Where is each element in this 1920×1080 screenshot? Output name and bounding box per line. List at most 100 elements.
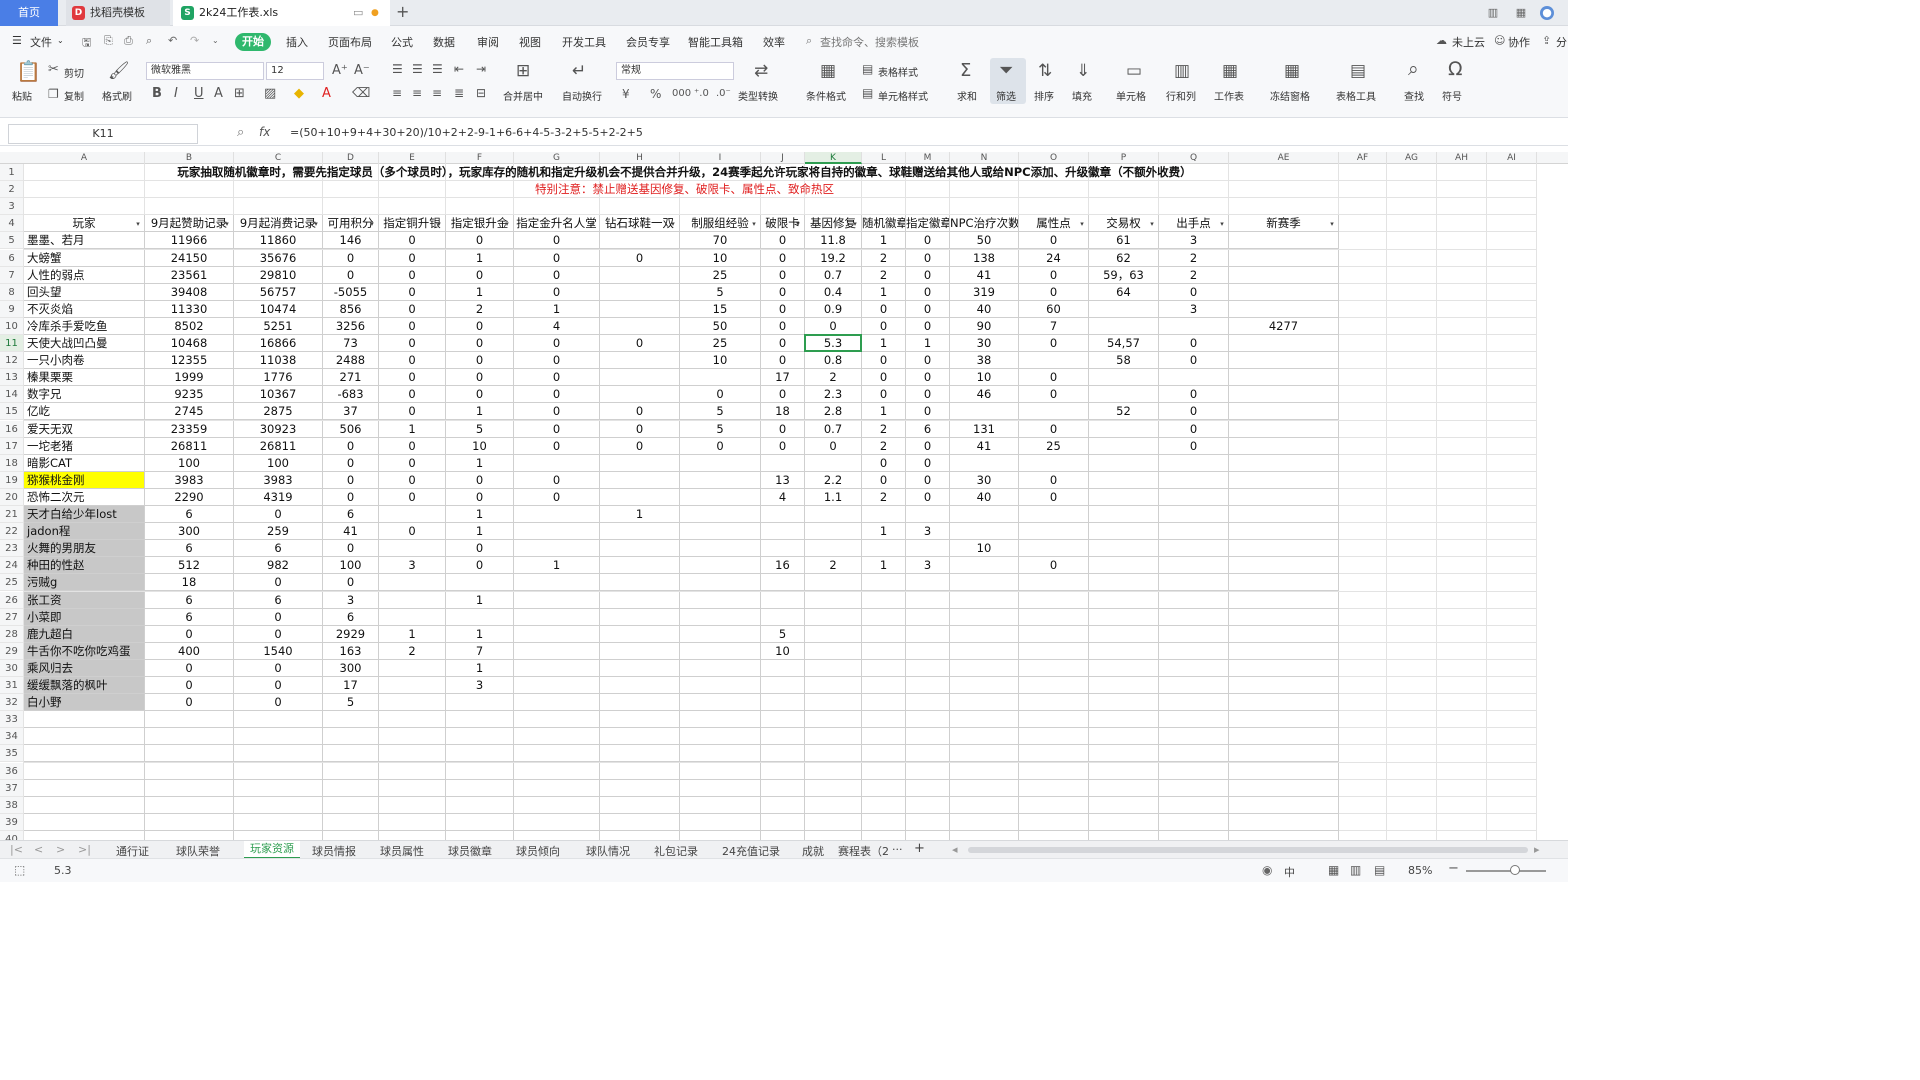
- table-cell[interactable]: [323, 813, 379, 831]
- table-cell[interactable]: [761, 813, 805, 831]
- table-cell[interactable]: [600, 728, 680, 746]
- table-cell[interactable]: 0: [862, 317, 906, 335]
- table-cell[interactable]: 0: [446, 369, 514, 387]
- new-tab-button[interactable]: +: [396, 2, 409, 21]
- table-cell[interactable]: 11860: [234, 232, 323, 250]
- row-header-8[interactable]: 8: [0, 283, 24, 301]
- page-layout-view-icon[interactable]: ▥: [1350, 863, 1361, 877]
- table-cell[interactable]: [1229, 266, 1339, 284]
- table-cell[interactable]: 9235: [145, 386, 234, 404]
- rowcol-button[interactable]: 行和列: [1166, 88, 1196, 103]
- table-cell[interactable]: 0: [379, 488, 446, 506]
- row-header-31[interactable]: 31: [0, 677, 24, 695]
- table-cell[interactable]: 58: [1089, 352, 1159, 370]
- table-cell[interactable]: 0: [600, 335, 680, 353]
- table-cell[interactable]: [1089, 642, 1159, 660]
- wrap-text-button[interactable]: 自动换行: [562, 88, 602, 103]
- table-cell[interactable]: 0: [379, 352, 446, 370]
- table-cell[interactable]: 1: [446, 659, 514, 677]
- column-header-AE[interactable]: AE: [1229, 152, 1339, 164]
- merge-center-button[interactable]: 合并居中: [503, 88, 543, 103]
- table-cell[interactable]: 16866: [234, 335, 323, 353]
- table-cell[interactable]: [379, 694, 446, 712]
- table-cell[interactable]: 73: [323, 335, 379, 353]
- table-cell[interactable]: 1: [446, 403, 514, 421]
- table-cell[interactable]: 146: [323, 232, 379, 250]
- cell-button[interactable]: 单元格: [1116, 88, 1146, 103]
- table-cell[interactable]: 2: [862, 437, 906, 455]
- table-cell[interactable]: [1159, 591, 1229, 609]
- row-header-6[interactable]: 6: [0, 249, 24, 267]
- table-cell[interactable]: 0: [145, 625, 234, 643]
- sheet-tab[interactable]: 球员徽章: [448, 843, 492, 859]
- table-cell[interactable]: [680, 779, 761, 797]
- column-header-K[interactable]: K: [805, 152, 862, 164]
- table-cell[interactable]: 2.3: [805, 386, 862, 404]
- table-cell[interactable]: 3: [906, 523, 950, 541]
- table-cell[interactable]: [761, 762, 805, 780]
- table-cell[interactable]: [1229, 625, 1339, 643]
- table-cell[interactable]: [446, 779, 514, 797]
- column-title[interactable]: 钻石球鞋一双 ▾: [600, 215, 680, 233]
- table-cell[interactable]: 3983: [234, 471, 323, 489]
- table-cell[interactable]: [1159, 762, 1229, 780]
- table-cell[interactable]: [805, 728, 862, 746]
- filter-button[interactable]: 筛选: [996, 88, 1016, 103]
- tab-workbook[interactable]: S 2k24工作表.xls ▭ ●: [173, 0, 390, 26]
- table-cell[interactable]: [805, 813, 862, 831]
- table-cell[interactable]: 7: [446, 642, 514, 660]
- row-header-33[interactable]: 33: [0, 711, 24, 729]
- table-cell[interactable]: 0: [145, 659, 234, 677]
- table-cell[interactable]: [446, 608, 514, 626]
- table-cell[interactable]: [950, 574, 1019, 592]
- table-cell[interactable]: [1089, 728, 1159, 746]
- table-cell[interactable]: [1089, 369, 1159, 387]
- table-cell[interactable]: 1: [446, 283, 514, 301]
- table-cell[interactable]: 5.3: [805, 335, 862, 353]
- table-cell[interactable]: 0: [323, 249, 379, 267]
- table-cell[interactable]: [1019, 540, 1089, 558]
- table-cell[interactable]: [680, 745, 761, 763]
- table-cell[interactable]: [514, 608, 600, 626]
- horizontal-scrollbar[interactable]: [968, 847, 1528, 853]
- table-cell[interactable]: 0: [862, 352, 906, 370]
- avatar[interactable]: ●: [1540, 6, 1554, 20]
- table-cell[interactable]: 0: [514, 232, 600, 250]
- export-icon[interactable]: ⎘: [104, 34, 113, 48]
- table-cell[interactable]: [680, 369, 761, 387]
- table-cell[interactable]: [805, 830, 862, 840]
- page-break-view-icon[interactable]: ▤: [1374, 863, 1385, 877]
- table-cell[interactable]: [805, 540, 862, 558]
- table-cell[interactable]: 0.7: [805, 266, 862, 284]
- table-cell[interactable]: 0: [514, 420, 600, 438]
- border-icon[interactable]: ⊞: [234, 85, 245, 103]
- table-cell[interactable]: 0: [446, 317, 514, 335]
- player-name-cell[interactable]: 冷库杀手爱吃鱼: [24, 317, 145, 335]
- table-cell[interactable]: [950, 745, 1019, 763]
- number-format-select[interactable]: 常规: [616, 62, 734, 80]
- table-cell[interactable]: [1019, 745, 1089, 763]
- table-cell[interactable]: [761, 796, 805, 814]
- table-cell[interactable]: 3: [1159, 232, 1229, 250]
- row-header-1[interactable]: 1: [0, 164, 24, 182]
- player-name-cell[interactable]: 乘风归去: [24, 659, 145, 677]
- table-cell[interactable]: 1: [514, 557, 600, 575]
- table-cell[interactable]: [680, 796, 761, 814]
- table-cell[interactable]: 37: [323, 403, 379, 421]
- table-cell[interactable]: 0: [906, 454, 950, 472]
- zoom-slider[interactable]: [1466, 870, 1546, 872]
- table-cell[interactable]: [1089, 625, 1159, 643]
- table-cell[interactable]: [234, 762, 323, 780]
- column-header-P[interactable]: P: [1089, 152, 1159, 164]
- font-name-select[interactable]: 微软雅黑: [146, 62, 264, 80]
- eraser-icon[interactable]: ⌫: [352, 85, 370, 103]
- table-cell[interactable]: 0: [761, 249, 805, 267]
- table-cell[interactable]: [805, 796, 862, 814]
- player-name-cell[interactable]: jadon程: [24, 523, 145, 541]
- table-cell[interactable]: 0: [761, 352, 805, 370]
- table-cell[interactable]: [680, 454, 761, 472]
- table-cell[interactable]: [680, 642, 761, 660]
- table-cell[interactable]: [680, 471, 761, 489]
- table-cell[interactable]: [906, 540, 950, 558]
- table-cell[interactable]: [1229, 659, 1339, 677]
